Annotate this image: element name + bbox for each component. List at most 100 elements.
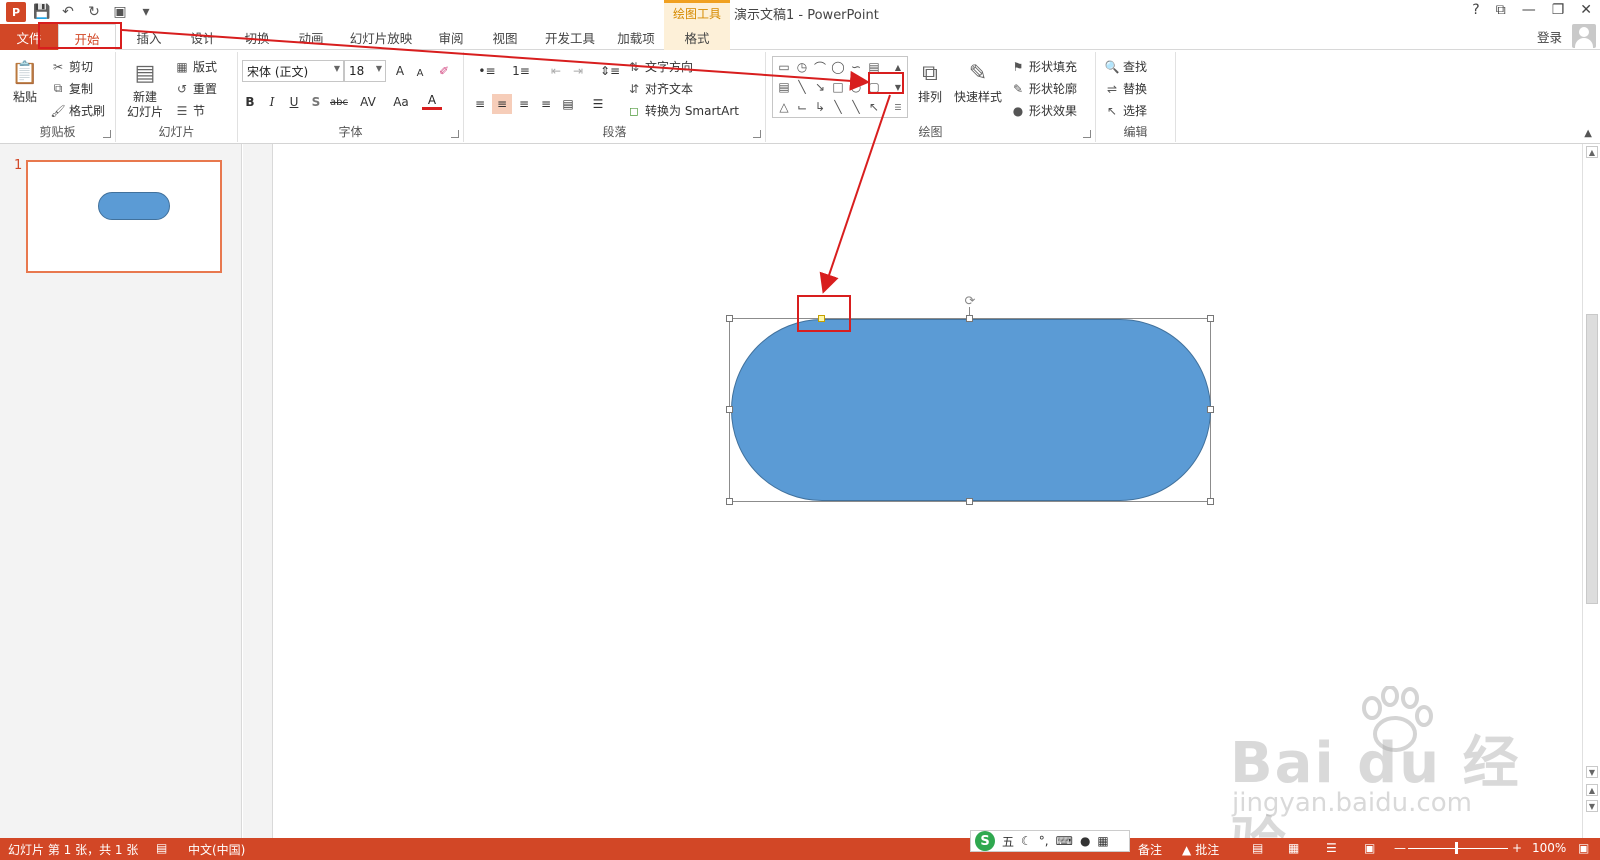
tab-slideshow[interactable]: 幻灯片放映 (338, 24, 424, 50)
font-size-select[interactable]: 18 ▼ (344, 60, 386, 82)
moon-icon[interactable]: ☾ (1021, 834, 1032, 848)
select-button[interactable]: ↖ 选择 (1104, 102, 1147, 119)
scroll-thumb[interactable] (1586, 314, 1598, 604)
scroll-up-icon[interactable]: ▲ (1586, 146, 1598, 158)
normal-view-icon[interactable]: ▤ (1252, 841, 1263, 855)
close-icon[interactable]: ✕ (1580, 2, 1592, 18)
resize-handle-top-left[interactable] (726, 315, 733, 322)
cut-button[interactable]: ✂ 剪切 (50, 58, 93, 75)
notes-button[interactable]: 备注 (1138, 841, 1162, 858)
text-direction-button[interactable]: ⇅ 文字方向 (626, 58, 693, 75)
zoom-level[interactable]: 100% (1532, 841, 1566, 855)
shape-double-arrow-icon[interactable]: ↖ (865, 98, 883, 116)
align-right-icon[interactable]: ≡ (514, 94, 534, 114)
paste-button[interactable]: 📋 粘贴 (6, 56, 44, 105)
copy-button[interactable]: ⧉ 复制 (50, 80, 93, 97)
resize-handle-bottom[interactable] (966, 498, 973, 505)
paragraph-launcher-icon[interactable] (753, 130, 761, 138)
shape-elbow-arrow-icon[interactable]: ↳ (811, 98, 829, 116)
shape-rect-icon[interactable]: □ (829, 78, 847, 96)
align-center-icon[interactable]: ≡ (492, 94, 512, 114)
distributed-icon[interactable]: ▤ (558, 94, 578, 114)
shape-triangle-icon[interactable]: △ (775, 98, 793, 116)
resize-handle-top[interactable] (966, 315, 973, 322)
fit-to-window-icon[interactable]: ▣ (1578, 841, 1589, 855)
save-icon[interactable]: 💾 (32, 2, 52, 22)
underline-button[interactable]: U (284, 92, 304, 112)
tab-developer[interactable]: 开发工具 (532, 24, 608, 50)
shadow-button[interactable]: S (306, 92, 326, 112)
font-color-button[interactable]: A (422, 92, 442, 110)
italic-button[interactable]: I (262, 92, 282, 112)
shape-arrow-icon[interactable]: ↘ (811, 78, 829, 96)
shape-diagonal-2-icon[interactable]: ╲ (847, 98, 865, 116)
shape-effects-button[interactable]: ● 形状效果 (1010, 102, 1077, 119)
gallery-more-icon[interactable]: ☰ (889, 98, 907, 116)
redo-icon[interactable]: ↻ (84, 2, 104, 22)
avatar[interactable] (1572, 24, 1596, 48)
restore-icon[interactable]: ❐ (1552, 2, 1565, 18)
ime-mode[interactable]: 五 (1002, 833, 1014, 850)
minimize-icon[interactable]: — (1522, 2, 1536, 18)
keyboard-icon[interactable]: ⌨ (1056, 834, 1073, 848)
strikethrough-button[interactable]: abc (326, 92, 352, 112)
format-painter-button[interactable]: 🖌 格式刷 (50, 102, 105, 119)
numbering-icon[interactable]: 1≡ (506, 61, 536, 81)
previous-slide-icon[interactable]: ▲ (1586, 784, 1598, 796)
tab-addins[interactable]: 加载项 (608, 24, 664, 50)
columns-icon[interactable]: ☰ (584, 94, 612, 114)
slideshow-view-icon[interactable]: ▣ (1364, 841, 1375, 855)
shape-arc-icon[interactable]: ◷ (793, 58, 811, 76)
undo-icon[interactable]: ↶ (58, 2, 78, 22)
drawing-launcher-icon[interactable] (1083, 130, 1091, 138)
reset-button[interactable]: ↺ 重置 (174, 80, 217, 97)
arrange-button[interactable]: ⧉ 排列 (910, 56, 950, 105)
slide-sorter-icon[interactable]: ▦ (1288, 841, 1299, 855)
clipboard-launcher-icon[interactable] (103, 130, 111, 138)
comments-button[interactable]: ▲ 批注 (1182, 841, 1219, 858)
zoom-out-icon[interactable]: — (1394, 841, 1406, 855)
start-slideshow-icon[interactable]: ▣ (110, 2, 130, 22)
font-name-select[interactable]: 宋体 (正文) ▼ (242, 60, 344, 82)
resize-handle-left[interactable] (726, 406, 733, 413)
resize-handle-right[interactable] (1207, 406, 1214, 413)
ribbon-display-options-icon[interactable]: ⧉ (1496, 2, 1506, 18)
login-link[interactable]: 登录 (1537, 27, 1562, 46)
resize-handle-bottom-left[interactable] (726, 498, 733, 505)
rotate-handle-icon[interactable]: ⟳ (963, 294, 977, 309)
bullets-icon[interactable]: •≡ (472, 61, 502, 81)
tab-animations[interactable]: 动画 (284, 24, 338, 50)
new-slide-button[interactable]: ▤ 新建 幻灯片 (120, 56, 170, 120)
zoom-slider-knob[interactable] (1455, 842, 1458, 854)
line-spacing-icon[interactable]: ⇕≡ (598, 61, 622, 81)
shape-oval-icon[interactable]: ○ (847, 78, 865, 96)
character-spacing-button[interactable]: AV (354, 92, 382, 112)
next-slide-icon[interactable]: ▼ (1586, 800, 1598, 812)
scroll-down-icon[interactable]: ▼ (1586, 766, 1598, 778)
tab-view[interactable]: 视图 (478, 24, 532, 50)
decrease-indent-icon[interactable]: ⇤ (546, 61, 566, 81)
shrink-font-button[interactable]: A (410, 63, 430, 83)
tab-review[interactable]: 审阅 (424, 24, 478, 50)
collapse-ribbon-icon[interactable]: ▲ (1584, 128, 1592, 139)
increase-indent-icon[interactable]: ⇥ (568, 61, 588, 81)
quick-styles-button[interactable]: ✎ 快速样式 (952, 56, 1004, 105)
reading-view-icon[interactable]: ☰ (1326, 841, 1337, 855)
tab-insert[interactable]: 插入 (122, 24, 176, 50)
shape-curve-icon[interactable]: ⌒ (811, 58, 829, 76)
convert-smartart-button[interactable]: ◻ 转换为 SmartArt (626, 102, 739, 119)
zoom-in-icon[interactable]: + (1512, 841, 1522, 855)
tab-transitions[interactable]: 切换 (230, 24, 284, 50)
shape-fill-button[interactable]: ⚑ 形状填充 (1010, 58, 1077, 75)
vertical-scrollbar[interactable]: ▲ ▼ ▲ ▼ (1582, 144, 1600, 838)
align-left-icon[interactable]: ≡ (470, 94, 490, 114)
language-status[interactable]: 中文(中国) (188, 841, 245, 858)
grid-icon[interactable]: ▦ (1097, 834, 1108, 848)
clear-format-icon[interactable]: ✐ (434, 61, 454, 81)
justify-icon[interactable]: ≡ (536, 94, 556, 114)
resize-handle-top-right[interactable] (1207, 315, 1214, 322)
help-icon[interactable]: ? (1472, 2, 1479, 18)
font-launcher-icon[interactable] (451, 130, 459, 138)
layout-button[interactable]: ▦ 版式 (174, 58, 217, 75)
sogou-logo-icon[interactable]: S (975, 831, 995, 851)
